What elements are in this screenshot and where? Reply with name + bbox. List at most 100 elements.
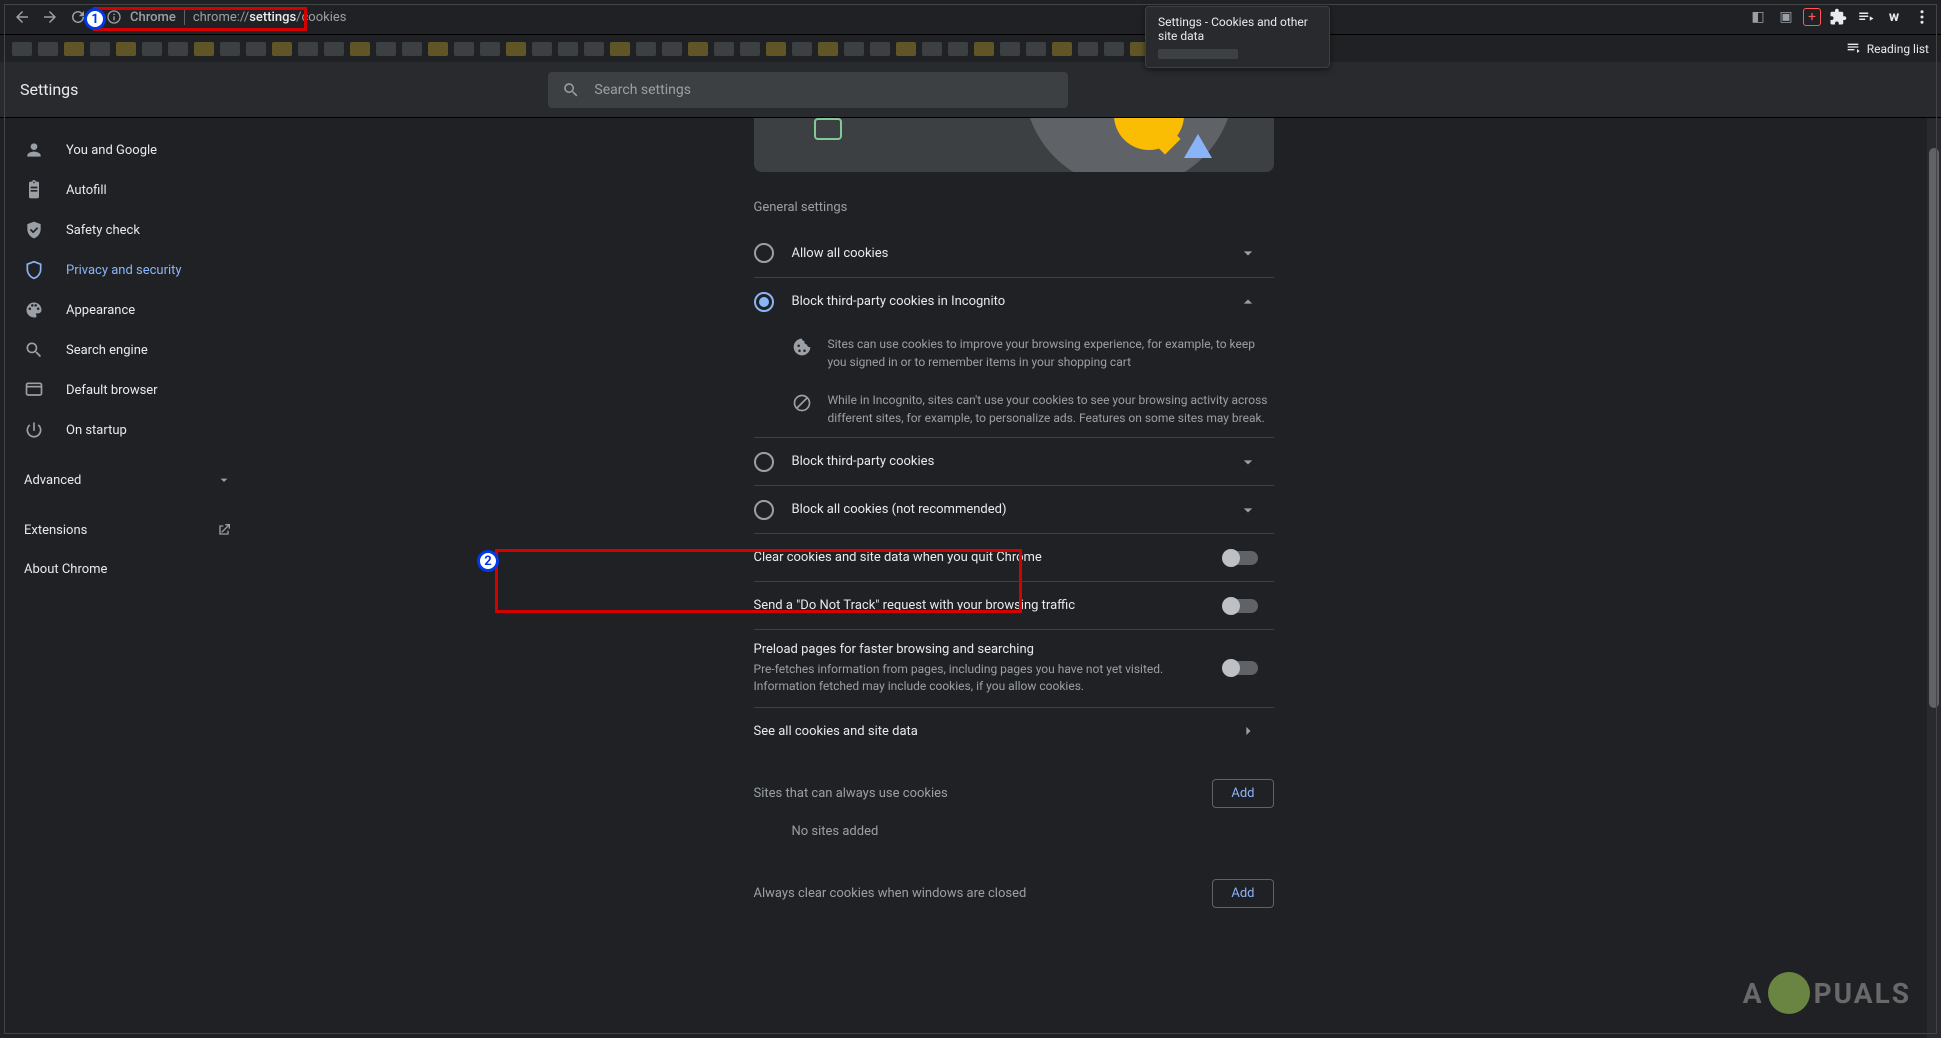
toggle-switch[interactable]	[1224, 599, 1258, 613]
sidebar-item-label: Safety check	[66, 223, 140, 238]
reading-list-button[interactable]: Reading list	[1845, 41, 1929, 57]
bookmark-item[interactable]	[38, 42, 58, 56]
bookmark-item[interactable]	[766, 42, 786, 56]
bookmark-item[interactable]	[1104, 42, 1124, 56]
bookmark-item[interactable]	[376, 42, 396, 56]
bookmark-item[interactable]	[870, 42, 890, 56]
bookmark-item[interactable]	[12, 42, 32, 56]
bookmark-item[interactable]	[948, 42, 968, 56]
bookmark-item[interactable]	[246, 42, 266, 56]
palette-icon	[24, 300, 44, 320]
section-always-clear: Always clear cookies when windows are cl…	[754, 879, 1274, 908]
bookmark-item[interactable]	[220, 42, 240, 56]
bookmark-item[interactable]	[1078, 42, 1098, 56]
cookie-hero-illustration	[754, 118, 1274, 172]
bookmark-item[interactable]	[922, 42, 942, 56]
search-icon	[562, 81, 580, 99]
bookmark-item[interactable]	[532, 42, 552, 56]
toggle-preload-pages[interactable]: Preload pages for faster browsing and se…	[754, 629, 1274, 707]
bookmark-item[interactable]	[350, 42, 370, 56]
extension-icon-ublock[interactable]: +	[1803, 8, 1821, 26]
bookmark-item[interactable]	[90, 42, 110, 56]
bookmark-item[interactable]	[1052, 42, 1072, 56]
sidebar-item-on-startup[interactable]: On startup	[0, 410, 256, 450]
sidebar-item-default-browser[interactable]: Default browser	[0, 370, 256, 410]
chevron-right-icon	[1238, 721, 1258, 741]
detail-incognito-block: While in Incognito, sites can't use your…	[754, 381, 1274, 437]
bookmark-item[interactable]	[896, 42, 916, 56]
bookmark-item[interactable]	[740, 42, 760, 56]
toggle-switch[interactable]	[1224, 661, 1258, 675]
bookmark-item[interactable]	[298, 42, 318, 56]
sidebar-item-appearance[interactable]: Appearance	[0, 290, 256, 330]
bookmark-item[interactable]	[844, 42, 864, 56]
add-site-clear-button[interactable]: Add	[1212, 879, 1273, 908]
bookmark-item[interactable]	[636, 42, 656, 56]
extensions-puzzle-icon[interactable]	[1827, 6, 1849, 28]
bookmark-item[interactable]	[194, 42, 214, 56]
bookmark-item[interactable]	[428, 42, 448, 56]
add-site-always-button[interactable]: Add	[1212, 779, 1273, 808]
bookmark-item[interactable]	[480, 42, 500, 56]
person-icon	[24, 140, 44, 160]
toggle-switch[interactable]	[1224, 551, 1258, 565]
bookmark-item[interactable]	[558, 42, 578, 56]
sidebar-item-label: You and Google	[66, 143, 157, 158]
option-block-all-cookies[interactable]: Block all cookies (not recommended)	[754, 485, 1274, 533]
sidebar-item-autofill[interactable]: Autofill	[0, 170, 256, 210]
option-block-third-party-incognito[interactable]: Block third-party cookies in Incognito	[754, 277, 1274, 325]
sidebar-about-chrome[interactable]: About Chrome	[0, 550, 256, 589]
reading-list-icon	[1845, 41, 1861, 57]
bookmark-item[interactable]	[610, 42, 630, 56]
bookmark-item[interactable]	[116, 42, 136, 56]
bookmark-item[interactable]	[974, 42, 994, 56]
bookmark-item[interactable]	[64, 42, 84, 56]
radio-icon	[754, 452, 774, 472]
bookmark-item[interactable]	[1000, 42, 1020, 56]
extension-icon-w[interactable]: w	[1883, 6, 1905, 28]
bookmark-item[interactable]	[272, 42, 292, 56]
sidebar-extensions-link[interactable]: Extensions	[0, 510, 256, 550]
scrollbar-track[interactable]	[1927, 118, 1941, 1038]
forward-button[interactable]	[36, 3, 64, 31]
section-general-settings: General settings	[754, 200, 1274, 215]
search-settings-input[interactable]: Search settings	[548, 72, 1068, 108]
shield-icon	[24, 260, 44, 280]
bookmark-item[interactable]	[324, 42, 344, 56]
bookmark-item[interactable]	[454, 42, 474, 56]
bookmark-item[interactable]	[688, 42, 708, 56]
sidebar-item-you-and-google[interactable]: You and Google	[0, 130, 256, 170]
sidebar-item-safety-check[interactable]: Safety check	[0, 210, 256, 250]
bookmark-item[interactable]	[1026, 42, 1046, 56]
toggle-clear-on-quit[interactable]: Clear cookies and site data when you qui…	[754, 533, 1274, 581]
option-block-third-party[interactable]: Block third-party cookies	[754, 437, 1274, 485]
cookie-icon	[792, 337, 812, 357]
address-bar[interactable]: Chrome chrome://settings/cookies	[96, 4, 357, 30]
bookmark-item[interactable]	[402, 42, 422, 56]
browser-toolbar: Chrome chrome://settings/cookies ◧ ▣ + w	[0, 0, 1941, 34]
extension-icon-1[interactable]: ◧	[1747, 6, 1769, 28]
bookmark-item[interactable]	[818, 42, 838, 56]
bookmark-item[interactable]	[584, 42, 604, 56]
scrollbar-thumb[interactable]	[1929, 148, 1939, 708]
toggle-do-not-track[interactable]: Send a "Do Not Track" request with your …	[754, 581, 1274, 629]
sidebar-item-search-engine[interactable]: Search engine	[0, 330, 256, 370]
option-allow-all-cookies[interactable]: Allow all cookies	[754, 229, 1274, 277]
bookmark-item[interactable]	[792, 42, 812, 56]
extensions-label: Extensions	[24, 523, 87, 538]
bookmark-item[interactable]	[662, 42, 682, 56]
sidebar-advanced-toggle[interactable]: Advanced	[0, 460, 256, 500]
playlist-icon[interactable]	[1855, 6, 1877, 28]
bookmark-item[interactable]	[506, 42, 526, 56]
toolbar-right: ◧ ▣ + w	[1747, 0, 1933, 34]
extension-icon-2[interactable]: ▣	[1775, 6, 1797, 28]
sidebar-item-label: Default browser	[66, 383, 158, 398]
back-button[interactable]	[8, 3, 36, 31]
bookmark-item[interactable]	[142, 42, 162, 56]
chrome-menu-button[interactable]	[1911, 6, 1933, 28]
sidebar-item-privacy-security[interactable]: Privacy and security	[0, 250, 256, 290]
bookmark-item[interactable]	[714, 42, 734, 56]
see-all-cookies-link[interactable]: See all cookies and site data	[754, 707, 1274, 755]
advanced-label: Advanced	[24, 473, 81, 488]
bookmark-item[interactable]	[168, 42, 188, 56]
